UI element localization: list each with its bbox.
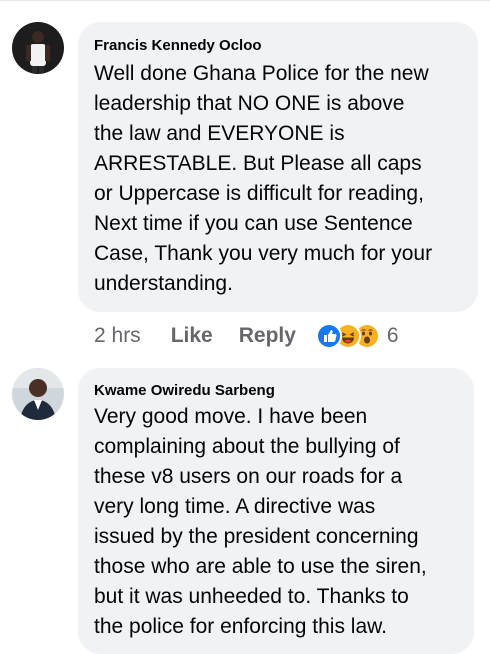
- reaction-count: 6: [386, 324, 399, 347]
- avatar[interactable]: [12, 368, 64, 420]
- top-divider: [0, 0, 490, 7]
- comment-author[interactable]: Francis Kennedy Ocloo: [94, 37, 262, 54]
- like-icon: [315, 323, 342, 349]
- comment-actions: 2 hrs Like Reply 6: [94, 321, 399, 351]
- comment-text: Very good move. I have been complaining …: [94, 405, 427, 638]
- reply-button[interactable]: Reply: [239, 324, 296, 348]
- avatar[interactable]: [12, 22, 64, 74]
- like-button[interactable]: Like: [171, 324, 213, 348]
- comment-timestamp[interactable]: 2 hrs: [94, 324, 141, 348]
- reactions-summary[interactable]: 6: [315, 323, 399, 349]
- comment-author[interactable]: Kwame Owiredu Sarbeng: [94, 382, 275, 399]
- comment-text: Well done Ghana Police for the new leade…: [94, 62, 433, 295]
